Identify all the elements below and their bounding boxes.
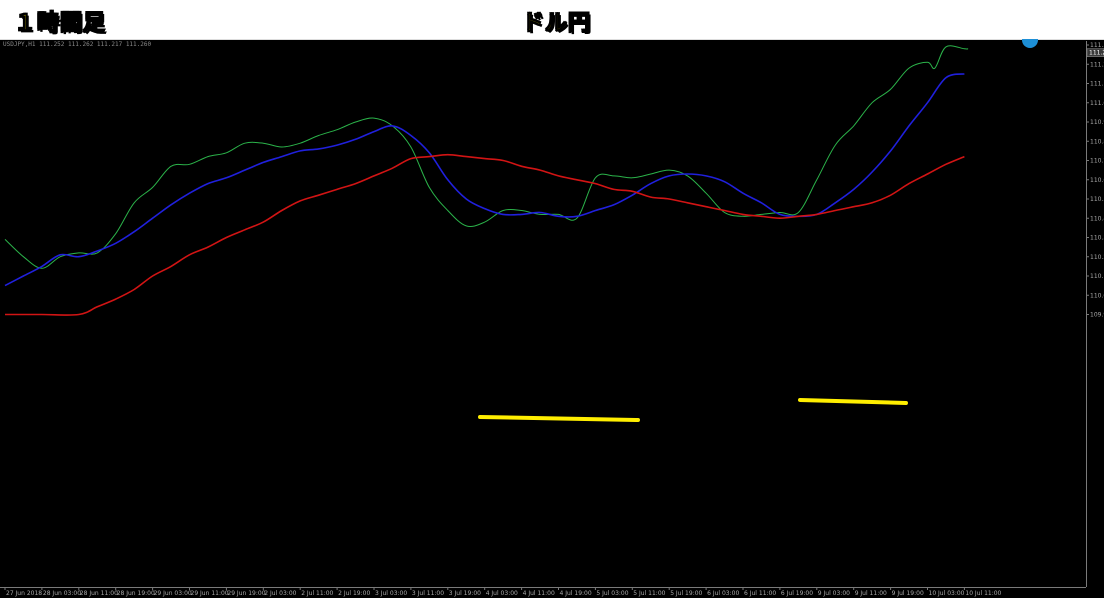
- mid-ma-line: [4, 73, 965, 287]
- y-tick-label: 110.6: [1090, 177, 1104, 184]
- y-tick-label: 109.9: [1090, 312, 1104, 319]
- x-tick-label: 4 Jul 11:00: [523, 590, 555, 597]
- y-tick-label: 111.3: [1090, 42, 1104, 49]
- x-tick-label: 10 Jul 03:00: [929, 590, 965, 597]
- y-tick-label: 110.5: [1090, 196, 1104, 203]
- y-tick-label: 111.0: [1090, 100, 1104, 107]
- price-marker-label: 111.2: [1089, 50, 1104, 57]
- y-tick-label: 110.4: [1090, 215, 1104, 222]
- x-tick-label: 29 Jun 19:00: [227, 590, 265, 597]
- fast-ma-line: [4, 45, 969, 269]
- x-tick-label: 4 Jul 19:00: [560, 590, 592, 597]
- x-tick-label: 29 Jun 11:00: [191, 590, 229, 597]
- y-tick-label: 110.3: [1090, 235, 1104, 242]
- x-tick-label: 2 Jul 11:00: [301, 590, 333, 597]
- x-tick-label: 2 Jul 19:00: [338, 590, 370, 597]
- x-tick-label: 29 Jun 03:00: [154, 590, 192, 597]
- price-chart: 111.3111.2111.1111.0110.9110.8110.7110.6…: [0, 41, 1104, 597]
- x-tick-label: 9 Jul 19:00: [892, 590, 924, 597]
- x-tick-label: 2 Jul 03:00: [264, 590, 296, 597]
- support-marker-1: [478, 415, 640, 422]
- x-tick-label: 28 Jun 19:00: [117, 590, 155, 597]
- x-tick-label: 5 Jul 11:00: [633, 590, 665, 597]
- x-tick-label: 9 Jul 03:00: [818, 590, 850, 597]
- y-tick-label: 111.1: [1090, 81, 1104, 88]
- x-tick-label: 9 Jul 11:00: [855, 590, 887, 597]
- y-tick-label: 110.8: [1090, 138, 1104, 145]
- x-tick-label: 4 Jul 03:00: [486, 590, 518, 597]
- x-tick-label: 28 Jun 11:00: [80, 590, 118, 597]
- x-tick-label: 5 Jul 03:00: [596, 590, 628, 597]
- y-tick-label: 110.2: [1090, 254, 1104, 261]
- y-tick-label: 110.7: [1090, 158, 1104, 165]
- x-tick-label: 5 Jul 19:00: [670, 590, 702, 597]
- x-tick-label: 10 Jul 11:00: [965, 590, 1001, 597]
- y-tick-label: 110.0: [1090, 292, 1104, 299]
- slow-ma-line: [5, 153, 965, 316]
- y-tick-label: 110.1: [1090, 273, 1104, 280]
- x-tick-label: 27 Jun 2018: [6, 590, 42, 597]
- x-tick-label: 28 Jun 03:00: [43, 590, 81, 597]
- x-tick-label: 3 Jul 19:00: [449, 590, 481, 597]
- x-tick-label: 6 Jul 11:00: [744, 590, 776, 597]
- support-marker-2: [798, 398, 908, 405]
- x-tick-label: 6 Jul 19:00: [781, 590, 813, 597]
- x-tick-label: 6 Jul 03:00: [707, 590, 739, 597]
- x-tick-label: 3 Jul 11:00: [412, 590, 444, 597]
- y-tick-label: 111.2: [1090, 61, 1104, 68]
- y-tick-label: 110.9: [1090, 119, 1104, 126]
- x-tick-label: 3 Jul 03:00: [375, 590, 407, 597]
